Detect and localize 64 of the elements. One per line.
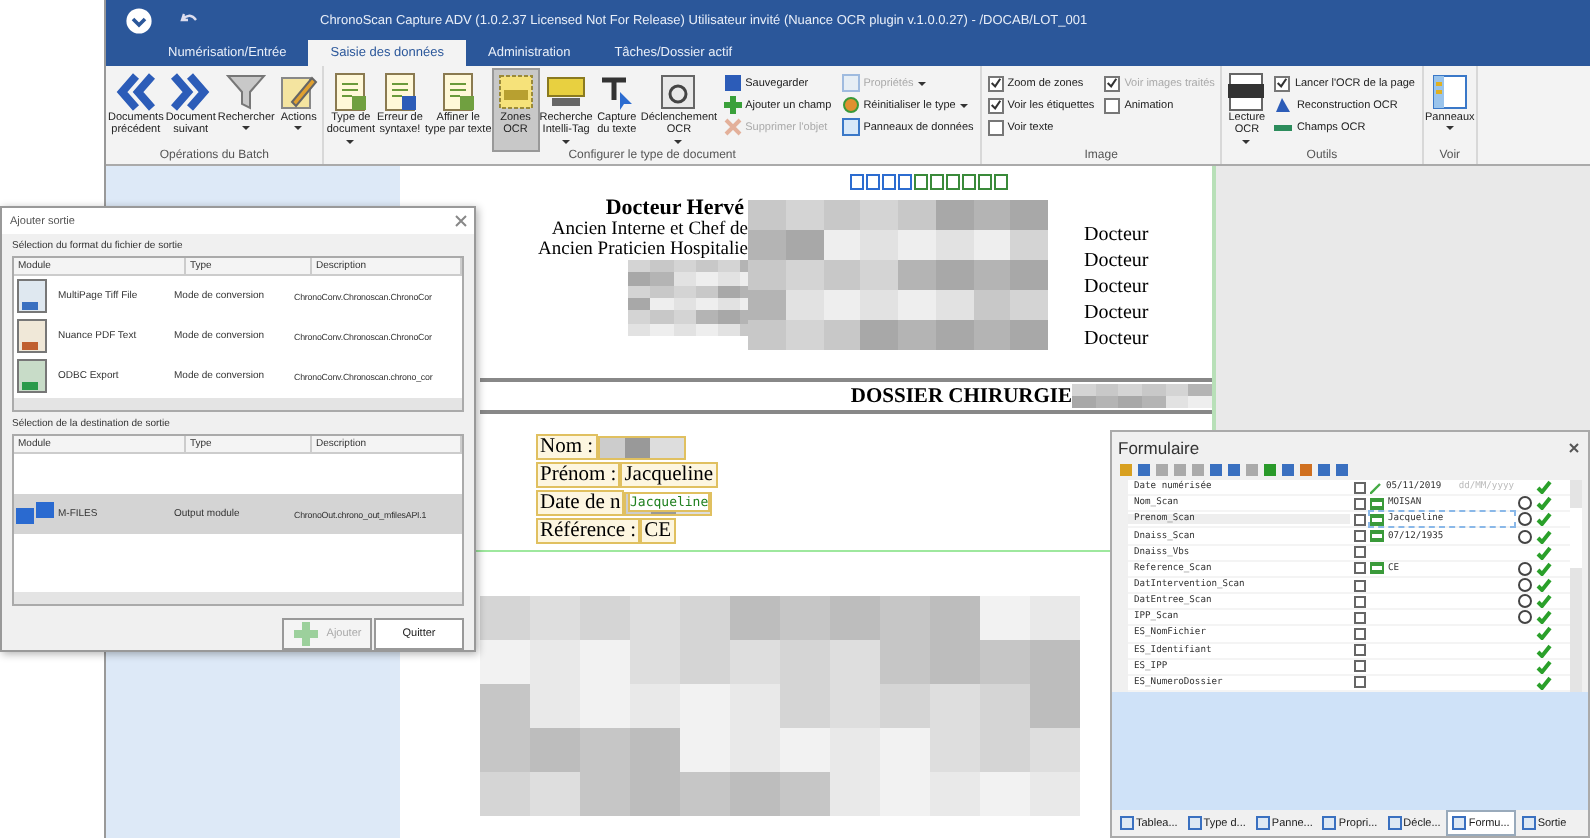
- rebuild-icon: [1274, 96, 1293, 114]
- checkmark-icon: [1276, 76, 1289, 90]
- properties-icon: [841, 74, 860, 92]
- tag-icon: [544, 72, 589, 112]
- hand-icon[interactable]: [1518, 496, 1532, 511]
- hand-icon[interactable]: [1518, 594, 1532, 609]
- caret-icon: [674, 139, 683, 144]
- hand-icon[interactable]: [1518, 610, 1532, 625]
- panel-icon: [1427, 72, 1472, 112]
- scrollbar[interactable]: [1570, 480, 1582, 692]
- caret-icon: [1445, 126, 1454, 131]
- caret-icon: [959, 104, 968, 108]
- pencil-icon: [276, 72, 321, 112]
- tab-icon: [1387, 816, 1402, 830]
- panels-icon: [841, 118, 860, 136]
- doctor-name: Docteur Hervé: [605, 196, 744, 220]
- double-chevron-left-icon: [113, 72, 158, 112]
- tab-icon: [1322, 816, 1337, 830]
- tab-icon: [1120, 816, 1134, 830]
- hand-icon[interactable]: [1518, 578, 1532, 593]
- delete-icon: [723, 118, 742, 136]
- hand-icon[interactable]: [1518, 512, 1532, 527]
- tab-icon: [1255, 816, 1270, 830]
- ocr-zone-label[interactable]: Prénom :: [536, 462, 621, 488]
- tab-icon: [1187, 816, 1202, 830]
- scrollbar[interactable]: [14, 592, 462, 604]
- panel-title: Formulaire: [1118, 438, 1200, 458]
- header-line: Ancien Interne et Chef de: [551, 220, 748, 240]
- save-icon: [723, 74, 742, 92]
- scrollbar[interactable]: [14, 398, 462, 411]
- header-line: Docteur: [1084, 328, 1151, 354]
- caret-icon: [917, 82, 926, 86]
- ocr-zone-label[interactable]: Référence :: [536, 518, 641, 544]
- ocr-zone-value[interactable]: CE: [640, 518, 676, 544]
- header-line: Docteur: [1084, 302, 1151, 328]
- ocr-zone-label[interactable]: Date de n: [536, 490, 625, 516]
- ocr-document-icon: [1224, 72, 1269, 112]
- caret-icon: [294, 126, 303, 131]
- zones-icon: [493, 72, 538, 112]
- close-icon[interactable]: [1568, 442, 1580, 454]
- scanner-icon: [656, 72, 701, 112]
- header-line: Docteur: [1084, 276, 1151, 302]
- funnel-icon: [224, 72, 269, 112]
- hand-icon[interactable]: [1518, 529, 1532, 544]
- tab-icon: [1521, 816, 1536, 830]
- app-logo-icon[interactable]: [126, 7, 152, 33]
- double-chevron-right-icon: [168, 72, 213, 112]
- ocr-zone-label[interactable]: Nom :: [536, 434, 598, 460]
- reset-icon: [841, 96, 860, 114]
- plus-icon: [292, 620, 321, 648]
- header-line: Docteur: [1084, 250, 1151, 276]
- close-icon[interactable]: [454, 214, 468, 228]
- checkmark-icon: [1106, 76, 1119, 90]
- caret-icon: [562, 139, 571, 144]
- header-line: Ancien Praticien Hospitalie: [538, 240, 748, 260]
- plus-icon: [723, 96, 742, 114]
- caret-icon: [1242, 139, 1251, 144]
- tab-icon: [1452, 816, 1467, 830]
- ocr-zone-value[interactable]: Jacqueline: [620, 462, 718, 488]
- section-title: DOSSIER CHIRURGIE: [850, 385, 1072, 407]
- header-line: Docteur: [1084, 224, 1151, 250]
- caret-icon: [242, 126, 251, 131]
- caret-icon: [346, 139, 355, 144]
- hand-icon[interactable]: [1518, 561, 1532, 576]
